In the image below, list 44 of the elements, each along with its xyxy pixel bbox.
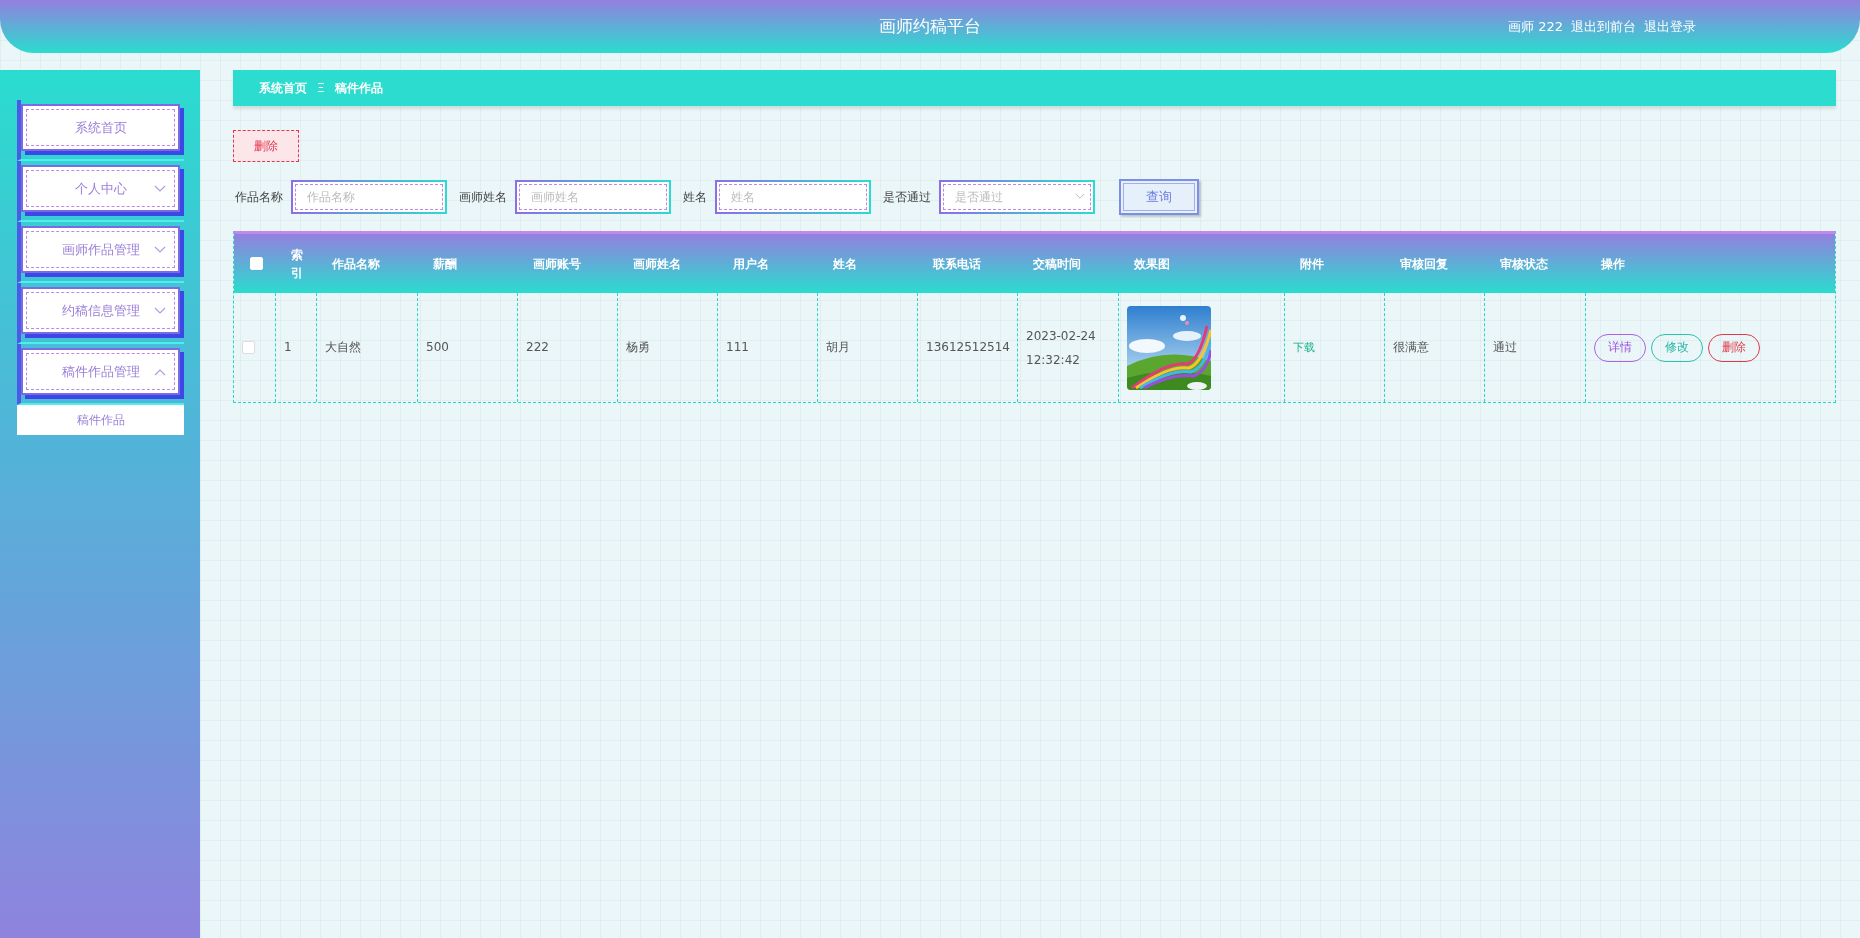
table-cell-text: 1 <box>284 338 292 356</box>
column-header: 审核回复 <box>1400 255 1448 273</box>
table-cell-text: 杨勇 <box>626 338 650 356</box>
site-title: 画师约稿平台 <box>879 15 981 38</box>
search-button[interactable]: 查询 <box>1119 179 1199 215</box>
table-cell-text: 222 <box>526 338 549 356</box>
filter-label: 画师姓名 <box>459 188 507 206</box>
input-field[interactable]: 作品名称 <box>291 180 447 214</box>
column-header: 联系电话 <box>933 255 981 273</box>
filter-label: 是否通过 <box>883 188 931 206</box>
table-cell-text: 111 <box>726 338 749 356</box>
table-cell-text: 大自然 <box>325 338 361 356</box>
column-header: 作品名称 <box>332 255 380 273</box>
user-name: 画师 222 <box>1508 18 1563 36</box>
table-cell-text: 很满意 <box>1393 338 1429 356</box>
select-field[interactable]: 是否通过 <box>939 180 1095 214</box>
table-cell-text: 2023-02-24 12:32:42 <box>1026 327 1097 369</box>
submenu-item[interactable]: 稿件作品 <box>17 405 184 435</box>
header-link[interactable]: 退出登录 <box>1644 18 1696 36</box>
column-header: 审核状态 <box>1500 255 1548 273</box>
column-header: 薪酬 <box>433 255 457 273</box>
input-field[interactable]: 姓名 <box>715 180 871 214</box>
column-header: 用户名 <box>733 255 769 273</box>
column-header: 姓名 <box>833 255 857 273</box>
table-cell-text: 13612512514 <box>926 338 1010 356</box>
table-cell-text: 500 <box>426 338 449 356</box>
input-field[interactable]: 画师姓名 <box>515 180 671 214</box>
download-link[interactable]: 下载 <box>1293 340 1315 355</box>
column-header: 交稿时间 <box>1033 255 1081 273</box>
column-header: 附件 <box>1300 255 1324 273</box>
column-header: 效果图 <box>1134 255 1170 273</box>
column-header: 画师账号 <box>533 255 581 273</box>
table-cell-text: 胡月 <box>826 338 850 356</box>
header-link[interactable]: 退出到前台 <box>1571 18 1636 36</box>
breadcrumb-separator: Ξ <box>317 81 325 95</box>
table-cell-text: 通过 <box>1493 338 1517 356</box>
column-header: 操作 <box>1601 255 1625 273</box>
column-header: 画师姓名 <box>633 255 681 273</box>
filter-label: 作品名称 <box>235 188 283 206</box>
filter-label: 姓名 <box>683 188 707 206</box>
chevron-icon <box>1075 193 1085 200</box>
column-header: 索引 <box>291 246 304 282</box>
delete-button[interactable]: 删除 <box>233 130 299 162</box>
checkbox[interactable] <box>242 341 255 354</box>
